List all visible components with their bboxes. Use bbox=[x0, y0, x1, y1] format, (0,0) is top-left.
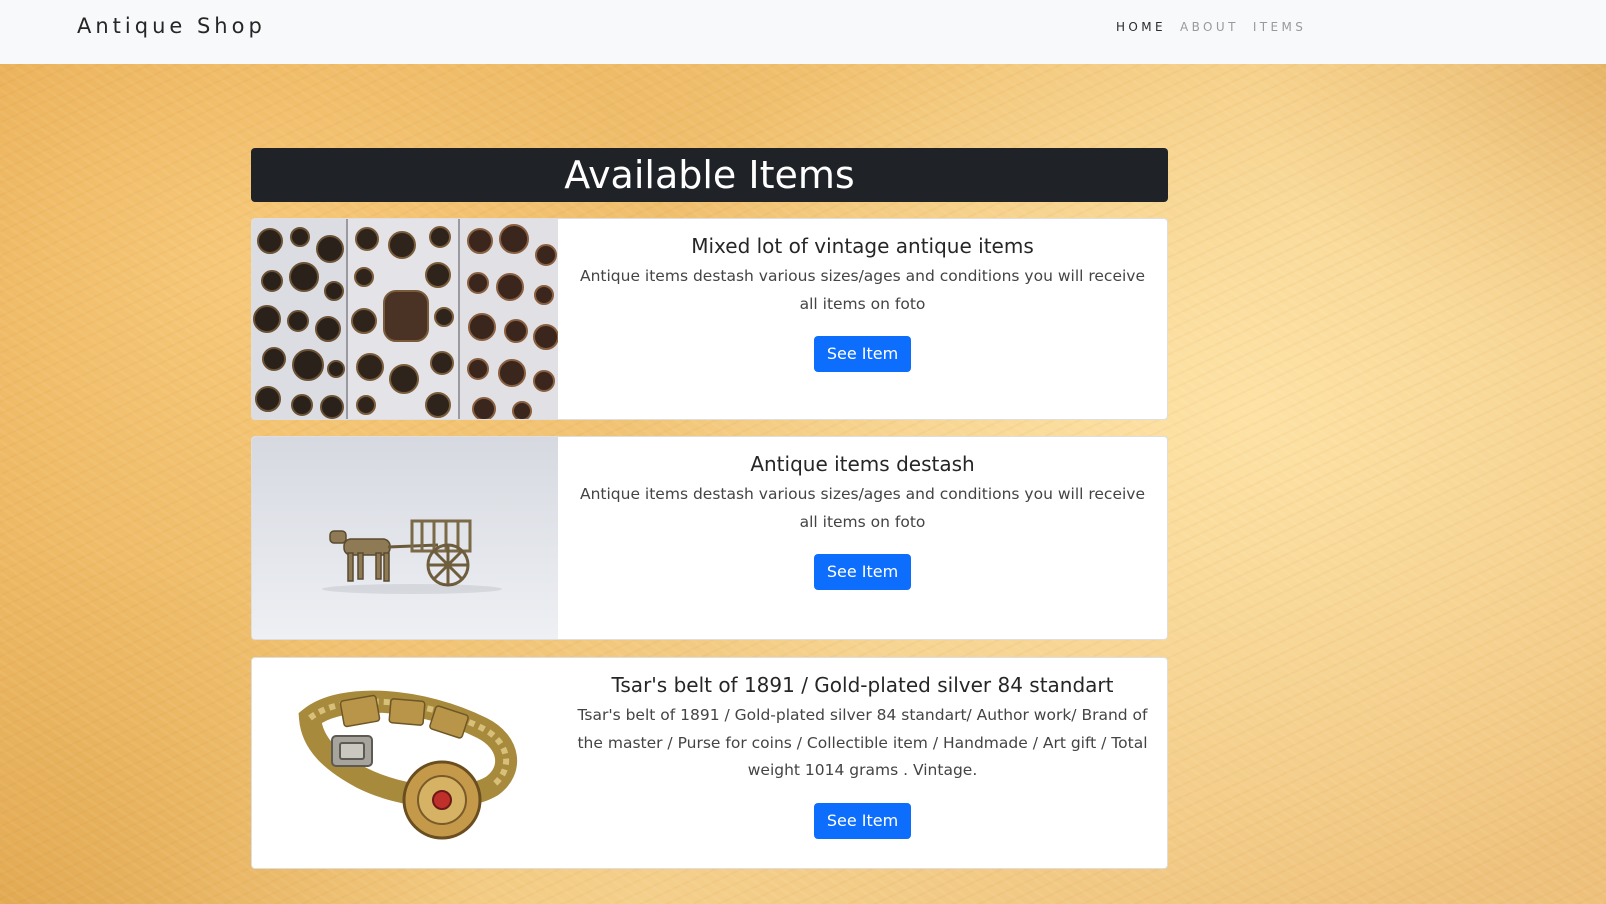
see-item-button[interactable]: See Item bbox=[813, 554, 912, 590]
see-item-button[interactable]: See Item bbox=[813, 336, 912, 372]
item-description: Antique items destash various sizes/ages… bbox=[579, 267, 1146, 313]
item-title: Antique items destash bbox=[750, 452, 975, 476]
item-card: Tsar's belt of 1891 / Gold-plated silver… bbox=[251, 657, 1168, 869]
top-navbar: Antique Shop HOME ABOUT ITEMS bbox=[0, 0, 1606, 64]
item-description: Antique items destash various sizes/ages… bbox=[579, 485, 1146, 531]
item-image-vintage-buttons[interactable] bbox=[252, 219, 558, 419]
page-title: Available Items bbox=[251, 148, 1168, 202]
nav-link-home[interactable]: HOME bbox=[1116, 18, 1166, 36]
item-image-brass-horse-cart[interactable] bbox=[252, 437, 558, 639]
nav-links: HOME ABOUT ITEMS bbox=[1116, 18, 1320, 36]
nav-link-items[interactable]: ITEMS bbox=[1253, 18, 1306, 36]
item-card: Mixed lot of vintage antique items Antiq… bbox=[251, 218, 1168, 420]
item-card-body: Antique items destash Antique items dest… bbox=[558, 437, 1167, 639]
item-card-body: Mixed lot of vintage antique items Antiq… bbox=[558, 219, 1167, 419]
item-title: Mixed lot of vintage antique items bbox=[691, 234, 1034, 258]
see-item-button[interactable]: See Item bbox=[813, 802, 912, 839]
item-description: Tsar's belt of 1891 / Gold-plated silver… bbox=[577, 706, 1148, 779]
item-card: Antique items destash Antique items dest… bbox=[251, 436, 1168, 640]
item-image-gold-belt[interactable] bbox=[252, 658, 558, 868]
nav-link-about[interactable]: ABOUT bbox=[1180, 18, 1239, 36]
item-title: Tsar's belt of 1891 / Gold-plated silver… bbox=[611, 673, 1114, 697]
item-card-body: Tsar's belt of 1891 / Gold-plated silver… bbox=[558, 658, 1167, 868]
brand-logo-link[interactable]: Antique Shop bbox=[77, 12, 266, 40]
